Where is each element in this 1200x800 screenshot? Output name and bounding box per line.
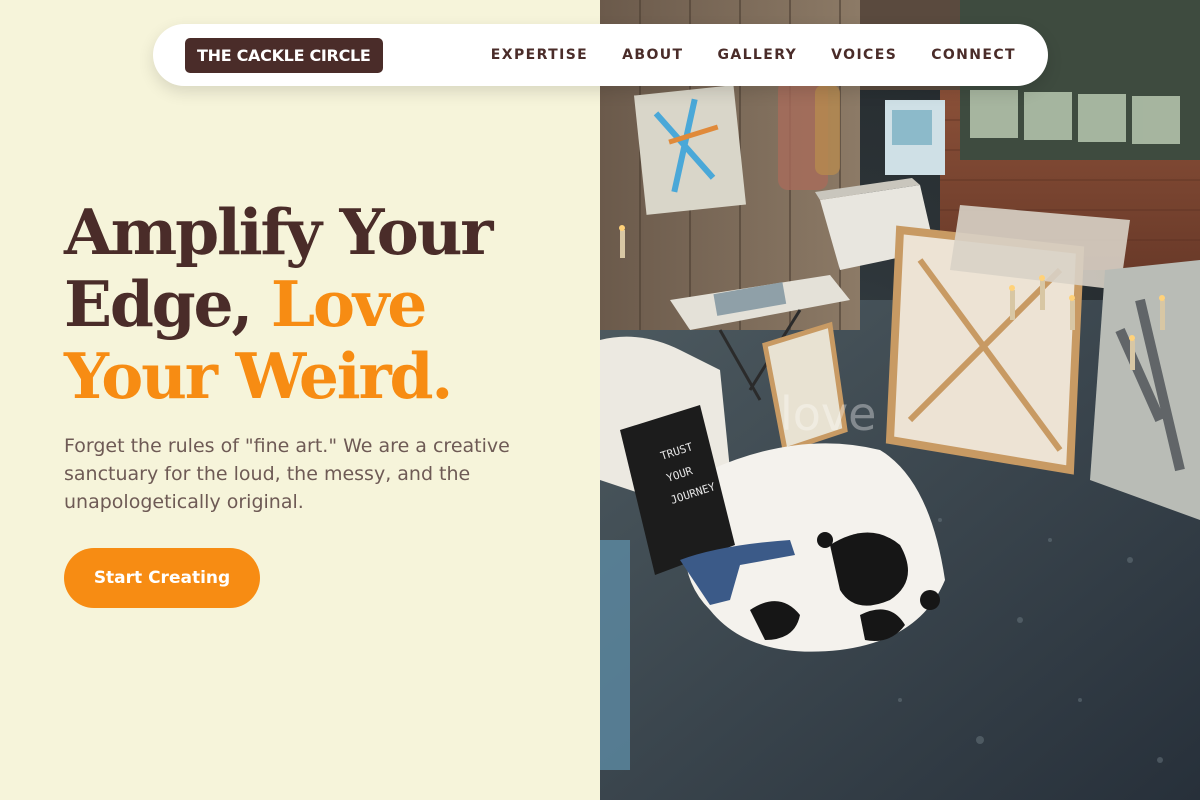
hero-panel: Amplify Your Edge, Love Your Weird. Forg… — [0, 0, 600, 800]
nav-link-about[interactable]: ABOUT — [622, 47, 683, 63]
studio-photo: TRUST YOUR JOURNEY love — [600, 0, 1200, 800]
nav-link-connect[interactable]: CONNECT — [931, 47, 1016, 63]
nav-links: EXPERTISE ABOUT GALLERY VOICES CONNECT — [491, 47, 1016, 63]
canvas-love-text: love — [780, 387, 876, 441]
nav-link-expertise[interactable]: EXPERTISE — [491, 47, 588, 63]
nav-link-voices[interactable]: VOICES — [831, 47, 897, 63]
studio-illustration: TRUST YOUR JOURNEY love — [600, 0, 1200, 800]
hero-subtext: Forget the rules of "fine art." We are a… — [64, 435, 510, 513]
start-creating-button[interactable]: Start Creating — [64, 548, 260, 608]
brand-logo[interactable]: THE CACKLE CIRCLE — [185, 37, 383, 73]
top-navigation: THE CACKLE CIRCLE EXPERTISE ABOUT GALLER… — [153, 24, 1048, 86]
nav-link-gallery[interactable]: GALLERY — [717, 47, 797, 63]
hero-headline: Amplify Your Edge, Love Your Weird. — [64, 196, 584, 412]
